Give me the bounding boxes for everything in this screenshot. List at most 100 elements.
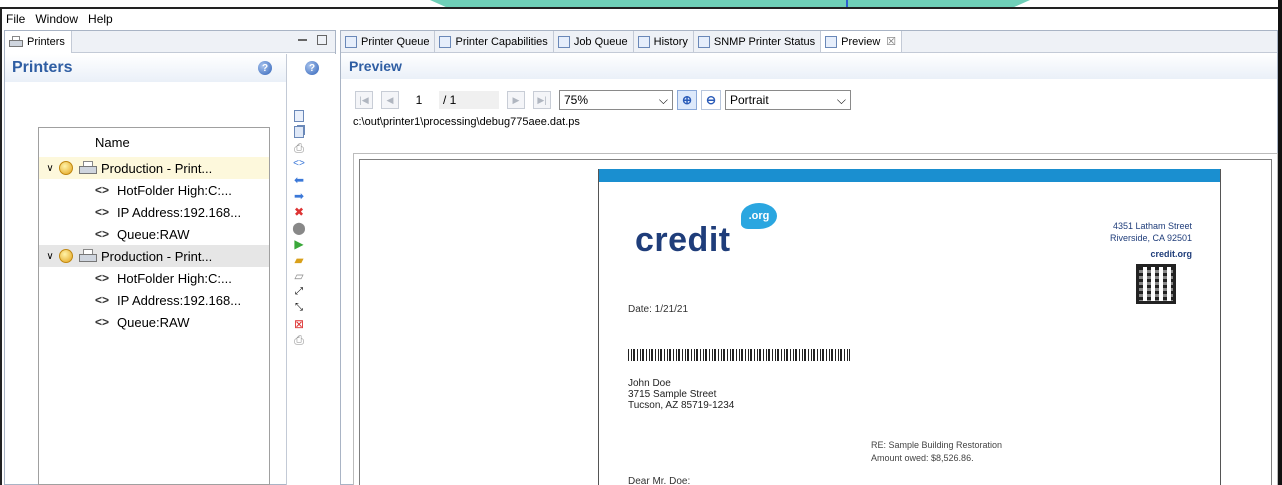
file-path: c:\out\printer1\processing\debug775aee.d… (353, 116, 580, 128)
tree-node-printer[interactable]: ∨ Production - Print... (39, 157, 269, 179)
previous-page-button[interactable]: ◀ (381, 91, 399, 109)
next-page-button[interactable]: ▶ (507, 91, 525, 109)
tab-printers-label: Printers (27, 35, 65, 48)
tree-child-item[interactable]: <> IP Address:192.168... (39, 201, 269, 223)
tab-snmp-printer-status[interactable]: SNMP Printer Status (694, 31, 822, 52)
printer-queue-icon (345, 35, 357, 48)
tab-label: Preview (841, 35, 881, 48)
printers-view-tabbar: Printers (5, 30, 335, 53)
code-icon: <> (95, 315, 110, 329)
zoom-value: 75% (564, 93, 589, 107)
printer-icon (79, 249, 97, 263)
printers-title: Printers (12, 59, 73, 76)
chevron-down-icon[interactable]: ∨ (43, 163, 57, 174)
tab-printers[interactable]: Printers (5, 30, 72, 53)
tab-preview[interactable]: Preview ☒ (821, 31, 903, 52)
tree-node-label: Production - Print... (101, 248, 213, 264)
preview-canvas[interactable]: credit .org 4351 Latham Street Riverside… (353, 153, 1278, 485)
reference-block: RE: Sample Building Restoration Amount o… (871, 439, 1002, 465)
tree-child-label: IP Address:192.168... (117, 292, 242, 308)
re-line: RE: Sample Building Restoration (871, 440, 1003, 450)
tab-printer-queue[interactable]: Printer Queue (341, 31, 436, 52)
tree-child-item[interactable]: <> Queue:RAW (39, 223, 269, 245)
capabilities-icon (439, 35, 452, 48)
menu-help[interactable]: Help (88, 12, 113, 26)
code-icon: <> (95, 227, 110, 241)
salutation: Dear Mr. Doe: (628, 476, 691, 485)
date-line: Date: 1/21/21 (628, 304, 689, 315)
qr-code (1136, 264, 1176, 304)
menu-file[interactable]: File (6, 12, 25, 26)
tab-label: Job Queue (573, 35, 628, 48)
postal-barcode (628, 349, 850, 361)
first-page-button[interactable]: |◀ (355, 91, 373, 109)
last-page-button[interactable]: ▶| (533, 91, 551, 109)
preview-title: Preview (341, 53, 1277, 79)
window-right-border (1278, 0, 1282, 485)
printer-disabled-icon[interactable]: ⎙ (292, 332, 306, 348)
address-line: 4351 Latham Street (1112, 221, 1192, 231)
amount-line: Amount owed: $8,526.86. (871, 453, 974, 463)
company-logo: credit (635, 221, 731, 259)
printer-icon (9, 35, 23, 48)
tree-child-label: Queue:RAW (117, 314, 190, 330)
help-icon[interactable]: ? (258, 61, 272, 75)
arrow-right-icon[interactable]: ➡ (292, 188, 306, 204)
page-number-input[interactable]: 1 (407, 93, 431, 107)
tree-child-item[interactable]: <> HotFolder High:C:... (39, 267, 269, 289)
recipient-name: John Doe (628, 378, 671, 389)
zoom-out-button[interactable]: ⊖ (701, 90, 721, 110)
tree-child-item[interactable]: <> Queue:RAW (39, 311, 269, 333)
minimize-icon[interactable] (298, 39, 307, 41)
stop-icon[interactable]: ⬤ (292, 220, 306, 236)
arrow-left-icon[interactable]: ⬅ (292, 172, 306, 188)
logo-badge: .org (741, 203, 777, 229)
job-queue-icon (557, 35, 570, 48)
chevron-down-icon: ⌵ (658, 92, 668, 107)
folder-open-icon[interactable]: ▰ (292, 252, 306, 268)
zoom-select[interactable]: 75% ⌵ (559, 90, 673, 110)
history-icon (637, 35, 650, 48)
window-left-border (0, 8, 2, 485)
collapse-icon[interactable]: ⤡ (292, 300, 306, 316)
help-icon[interactable]: ? (305, 61, 319, 75)
tab-history[interactable]: History (634, 31, 694, 52)
recipient-city: Tucson, AZ 85719-1234 (628, 400, 735, 411)
preview-viewport: credit .org 4351 Latham Street Riverside… (359, 159, 1272, 485)
expand-icon[interactable]: ⤢ (292, 284, 306, 300)
recipient-street: 3715 Sample Street (628, 389, 717, 400)
tab-label: Printer Queue (361, 35, 430, 48)
tree-child-item[interactable]: <> IP Address:192.168... (39, 289, 269, 311)
tree-child-item[interactable]: <> HotFolder High:C:... (39, 179, 269, 201)
orientation-select[interactable]: Portrait ⌵ (725, 90, 851, 110)
close-tab-icon[interactable]: ☒ (886, 35, 896, 48)
maximize-icon[interactable] (317, 35, 327, 45)
print-icon[interactable]: ⎙ (292, 140, 306, 156)
printers-view: Printers Printers ? Name ∨ Production - … (4, 30, 336, 485)
zoom-in-button[interactable]: ⊕ (677, 90, 697, 110)
tree-column-header[interactable]: Name (39, 128, 269, 157)
chevron-down-icon[interactable]: ∨ (43, 251, 57, 262)
documents-icon[interactable] (294, 126, 304, 138)
document-icon[interactable] (294, 110, 304, 122)
code-icon[interactable]: <> (292, 156, 306, 172)
remove-printer-icon[interactable]: ⊠ (292, 316, 306, 332)
status-bulb-icon (59, 249, 73, 263)
sender-address: 4351 Latham Street Riverside, CA 92501 c… (1110, 220, 1192, 260)
delete-icon[interactable]: ✖ (292, 204, 306, 220)
tree-child-label: IP Address:192.168... (117, 204, 242, 220)
page-total: / 1 (439, 91, 499, 109)
status-bulb-icon (59, 161, 73, 175)
tab-job-queue[interactable]: Job Queue (554, 31, 634, 52)
snmp-status-icon (697, 35, 710, 48)
tab-printer-capabilities[interactable]: Printer Capabilities (435, 31, 554, 52)
code-icon: <> (95, 293, 110, 307)
document-header-bar (599, 169, 1220, 182)
tree-node-label: Production - Print... (101, 160, 213, 176)
play-icon[interactable]: ▶ (292, 236, 306, 252)
menu-bar: File Window Help (2, 9, 1278, 28)
code-icon: <> (95, 205, 110, 219)
menu-window[interactable]: Window (35, 12, 78, 26)
tree-node-printer[interactable]: ∨ Production - Print... (39, 245, 269, 267)
folder-icon[interactable]: ▱ (292, 268, 306, 284)
